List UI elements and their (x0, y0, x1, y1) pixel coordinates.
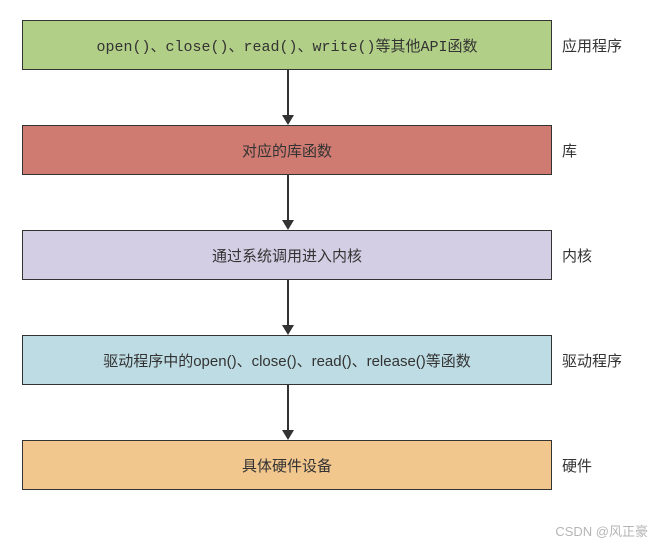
arrow (10, 70, 650, 125)
layer-label-hardware: 硬件 (562, 455, 592, 476)
layer-row: 驱动程序中的open()、close()、read()、release()等函数… (10, 335, 650, 385)
arrow (10, 175, 650, 230)
arrow (10, 280, 650, 335)
layer-row: 通过系统调用进入内核 内核 (10, 230, 650, 280)
arrow (10, 385, 650, 440)
layer-box-kernel: 通过系统调用进入内核 (22, 230, 552, 280)
watermark: CSDN @风正豪 (555, 521, 648, 540)
layer-box-application: open()、close()、read()、write()等其他API函数 (22, 20, 552, 70)
layer-row: open()、close()、read()、write()等其他API函数 应用… (10, 20, 650, 70)
layer-box-hardware: 具体硬件设备 (22, 440, 552, 490)
layer-row: 对应的库函数 库 (10, 125, 650, 175)
flow-diagram: open()、close()、read()、write()等其他API函数 应用… (10, 20, 650, 490)
layer-label-library: 库 (562, 140, 577, 161)
layer-label-kernel: 内核 (562, 245, 592, 266)
layer-row: 具体硬件设备 硬件 (10, 440, 650, 490)
layer-label-application: 应用程序 (562, 35, 622, 56)
layer-label-driver: 驱动程序 (562, 350, 622, 371)
layer-box-driver: 驱动程序中的open()、close()、read()、release()等函数 (22, 335, 552, 385)
layer-box-library: 对应的库函数 (22, 125, 552, 175)
